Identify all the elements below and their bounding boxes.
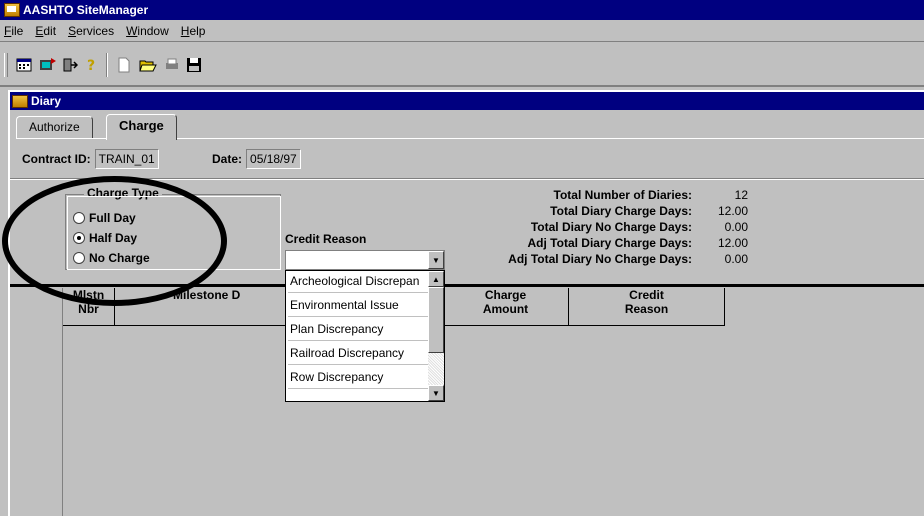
diary-icon: [12, 94, 28, 108]
total-value: 12.00: [717, 204, 748, 218]
charge-type-group: Charge Type Full Day Half Day No Charge: [65, 186, 281, 270]
tab-authorize[interactable]: Authorize: [16, 116, 93, 138]
title-bar: AASHTO SiteManager: [0, 0, 924, 20]
charge-type-title: Charge Type: [84, 186, 162, 200]
total-row: Total Number of Diaries: 12: [440, 188, 780, 204]
contract-id-field[interactable]: TRAIN_01: [94, 149, 159, 169]
total-row: Adj Total Diary Charge Days: 12.00: [440, 236, 780, 252]
column-header-mlstn-nbr[interactable]: Mlstn Nbr: [63, 288, 115, 326]
total-row: Total Diary No Charge Days: 0.00: [440, 220, 780, 236]
column-header-line: Nbr: [78, 302, 99, 316]
total-label: Adj Total Diary No Charge Days:: [508, 252, 692, 266]
dropdown-option[interactable]: Railroad Discrepancy: [288, 343, 428, 365]
credit-reason-label: Credit Reason: [285, 232, 367, 246]
calendar-icon[interactable]: [14, 55, 34, 75]
milestone-grid[interactable]: Mlstn Nbr Milestone D Charge Amount Cred…: [62, 288, 924, 516]
menu-bar: File Edit Services Window Help: [0, 20, 924, 42]
menu-file[interactable]: File: [4, 24, 23, 38]
scroll-up-icon[interactable]: ▲: [428, 271, 444, 287]
radio-label: No Charge: [89, 251, 150, 265]
credit-reason-dropdown-list[interactable]: Archeological Discrepan Environmental Is…: [285, 270, 445, 402]
diary-window: Diary Authorize Charge Contract ID: TRAI…: [8, 90, 924, 516]
total-label: Total Number of Diaries:: [553, 188, 692, 202]
new-document-icon[interactable]: [114, 55, 134, 75]
open-folder-icon[interactable]: [138, 55, 158, 75]
date-field[interactable]: 05/18/97: [246, 149, 301, 169]
diary-title-bar: Diary: [10, 92, 924, 110]
save-icon[interactable]: [184, 55, 204, 75]
radio-button[interactable]: [73, 252, 85, 264]
date-row: Date: 05/18/97: [212, 149, 301, 169]
total-label: Total Diary No Charge Days:: [530, 220, 692, 234]
exit-icon[interactable]: [60, 55, 80, 75]
print-icon[interactable]: [162, 55, 182, 75]
radio-no-charge[interactable]: No Charge: [73, 251, 150, 265]
toolbar: ?: [0, 43, 924, 87]
contract-id-label: Contract ID:: [22, 152, 91, 166]
contract-id-row: Contract ID: TRAIN_01: [22, 149, 159, 169]
total-row: Adj Total Diary No Charge Days: 0.00: [440, 252, 780, 268]
svg-text:?: ?: [87, 58, 95, 73]
menu-services[interactable]: Services: [68, 24, 114, 38]
toolbar-grip: [4, 53, 8, 77]
diary-title: Diary: [31, 94, 62, 108]
radio-button-checked[interactable]: [73, 232, 85, 244]
column-header-line: Charge: [484, 288, 527, 302]
radio-label: Half Day: [89, 231, 138, 245]
radio-half-day[interactable]: Half Day: [73, 231, 137, 245]
menu-help[interactable]: Help: [181, 24, 206, 38]
dropdown-option[interactable]: Row Discrepancy: [288, 367, 428, 389]
column-header-charge-amount[interactable]: Charge Amount: [443, 288, 569, 326]
column-header-credit-reason[interactable]: Credit Reason: [569, 288, 725, 326]
date-label: Date:: [212, 152, 243, 166]
window-title: AASHTO SiteManager: [23, 3, 149, 17]
total-value: 12: [734, 188, 748, 202]
column-header-line: Reason: [624, 302, 669, 316]
total-value: 12.00: [717, 236, 748, 250]
dropdown-option[interactable]: Plan Discrepancy: [288, 319, 428, 341]
column-header-line: Amount: [482, 302, 529, 316]
help-icon[interactable]: ?: [82, 55, 102, 75]
total-value: 0.00: [724, 220, 748, 234]
credit-reason-combo[interactable]: ▼: [285, 250, 445, 270]
switchboard-icon[interactable]: [38, 55, 58, 75]
dropdown-option[interactable]: Archeological Discrepan: [288, 271, 428, 293]
column-header-line: Credit: [629, 288, 664, 302]
radio-full-day[interactable]: Full Day: [73, 211, 136, 225]
dropdown-scrollbar[interactable]: ▲ ▼: [428, 271, 444, 401]
total-value: 0.00: [724, 252, 748, 266]
menu-edit[interactable]: Edit: [35, 24, 56, 38]
total-label: Adj Total Diary Charge Days:: [527, 236, 692, 250]
scroll-down-icon[interactable]: ▼: [428, 385, 444, 401]
divider-highlight: [10, 179, 924, 180]
radio-label: Full Day: [89, 211, 136, 225]
menu-window[interactable]: Window: [126, 24, 169, 38]
total-row: Total Diary Charge Days: 12.00: [440, 204, 780, 220]
scroll-thumb[interactable]: [428, 287, 444, 353]
column-header-line: Mlstn: [72, 288, 105, 302]
dropdown-option[interactable]: Environmental Issue: [288, 295, 428, 317]
section-separator: [10, 284, 924, 287]
radio-button[interactable]: [73, 212, 85, 224]
total-label: Total Diary Charge Days:: [550, 204, 692, 218]
app-window: AASHTO SiteManager File Edit Services Wi…: [0, 0, 924, 516]
toolbar-separator: [106, 53, 108, 77]
tab-charge[interactable]: Charge: [106, 114, 177, 140]
app-icon: [4, 3, 20, 17]
